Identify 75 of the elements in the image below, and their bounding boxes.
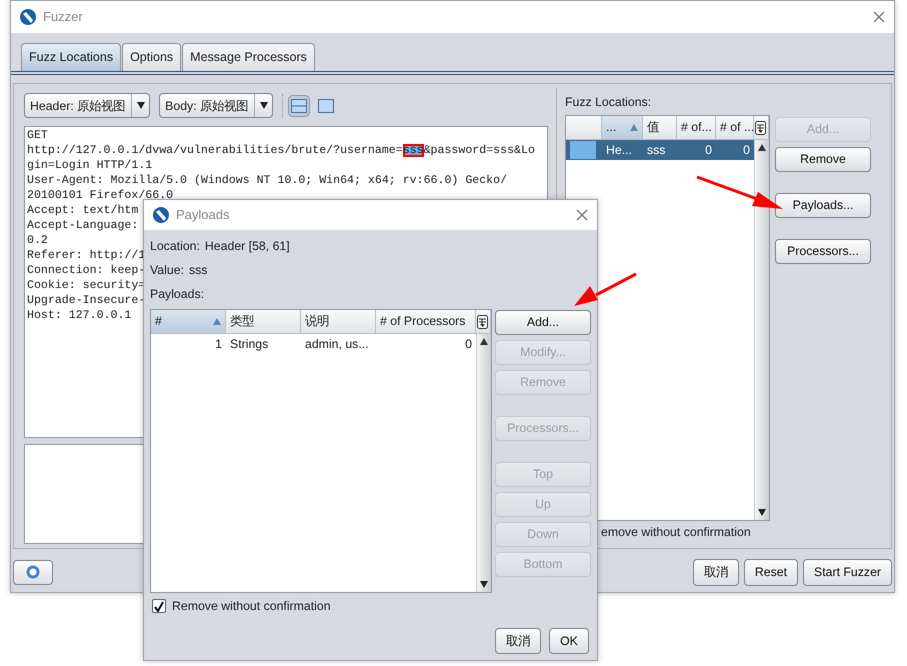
- scroll-down-icon[interactable]: [480, 581, 488, 588]
- field-label: Location:: [150, 238, 200, 254]
- button[interactable]: OK: [549, 628, 589, 654]
- button[interactable]: 取消: [495, 628, 541, 654]
- panel-label: Fuzz Locations:: [565, 94, 652, 111]
- button[interactable]: Payloads...: [775, 193, 871, 218]
- field-label: Payloads:: [150, 286, 204, 302]
- button[interactable]: Add...: [495, 310, 591, 335]
- checkbox-label[interactable]: emove without confirmation: [601, 523, 751, 542]
- request-text: Cookie: security=: [27, 278, 146, 292]
- scroll-down-icon[interactable]: [758, 509, 766, 516]
- view-dropdown[interactable]: Body: 原始视图: [159, 93, 274, 118]
- help-button[interactable]: [13, 560, 53, 585]
- button[interactable]: Start Fuzzer: [803, 558, 892, 586]
- scrollbar[interactable]: [476, 334, 491, 592]
- table-row[interactable]: He... sss 0 0: [566, 140, 754, 160]
- table-cell-text: 1: [214, 336, 223, 353]
- table-row[interactable]: 1 Strings admin, us... 0: [151, 334, 476, 354]
- field-label: Value:: [150, 262, 184, 278]
- field-value: sss: [188, 262, 208, 278]
- request-text: User-Agent: Mozilla/5.0 (Windows NT 10.0; Win64; x64; rv:66.0) Gecko/: [27, 174, 508, 187]
- table-cell-text: 0: [464, 336, 473, 353]
- scroll-up-icon[interactable]: [758, 144, 766, 152]
- column-header[interactable]: [566, 116, 602, 140]
- column-header[interactable]: ...: [602, 116, 643, 140]
- button[interactable]: 取消: [692, 558, 739, 586]
- column-header[interactable]: # of...: [677, 116, 716, 140]
- button[interactable]: Reset: [744, 558, 798, 586]
- scroll-up-icon[interactable]: [480, 338, 488, 345]
- annotation-arrow: [574, 272, 637, 306]
- field-value: Header [58, 61]: [204, 238, 290, 254]
- button[interactable]: Remove: [775, 147, 871, 172]
- request-text: Accept-Language:: [27, 218, 138, 232]
- request-text: 0.2: [27, 234, 48, 247]
- checkbox-label[interactable]: Remove without confirmation: [172, 597, 331, 616]
- help-icon: [26, 565, 40, 580]
- split-view-icon[interactable]: [288, 94, 310, 117]
- table-cell-text: admin, us...: [304, 336, 370, 353]
- request-text: Connection: keep-: [27, 264, 146, 277]
- request-text: gin=Login HTTP/1.1: [27, 158, 152, 172]
- request-text: Referer: http://1: [27, 248, 146, 262]
- request-text: 20100101 Firefox/66.0: [27, 188, 174, 202]
- table-cell-text: 0: [742, 142, 751, 159]
- tab[interactable]: Options: [122, 43, 182, 71]
- request-text: Upgrade-Insecure-: [27, 294, 146, 307]
- scrollbar[interactable]: [754, 140, 769, 520]
- request-text: http://127.0.0.1/dvwa/vulnerabilities/brute/?username=: [27, 144, 403, 157]
- column-header[interactable]: 说明: [301, 310, 376, 334]
- app-logo-icon: [19, 8, 37, 26]
- table-cell-text: sss: [646, 142, 666, 159]
- column-control-icon: [477, 314, 488, 328]
- close-icon: [575, 208, 589, 222]
- table-cell-text: Strings: [229, 336, 270, 353]
- tab[interactable]: Fuzz Locations: [21, 43, 122, 71]
- column-header[interactable]: #: [151, 310, 226, 334]
- app-logo-icon: [152, 206, 170, 224]
- dialog-title: Payloads: [176, 206, 230, 224]
- caret-icon: [260, 102, 268, 110]
- checkbox[interactable]: [152, 599, 166, 614]
- request-text: Accept: text/htm: [27, 204, 138, 217]
- column-header[interactable]: 值: [643, 116, 677, 140]
- column-header[interactable]: # of ...: [716, 116, 754, 140]
- table-cell-text: He...: [605, 142, 633, 159]
- window-title: Fuzzer: [43, 8, 83, 26]
- request-text: GET: [27, 128, 48, 142]
- column-header[interactable]: # of Processors: [376, 310, 476, 334]
- caret-icon: [136, 102, 145, 110]
- view-dropdown[interactable]: Header: 原始视图: [24, 93, 150, 118]
- request-text: Host: 127.0.0.1: [27, 308, 132, 322]
- column-header[interactable]: 类型: [226, 310, 301, 334]
- column-control-icon: [755, 120, 766, 135]
- button[interactable]: Processors...: [775, 239, 871, 264]
- tab[interactable]: Message Processors: [182, 43, 315, 71]
- table-cell-text: 0: [704, 142, 713, 159]
- close-icon: [872, 10, 886, 24]
